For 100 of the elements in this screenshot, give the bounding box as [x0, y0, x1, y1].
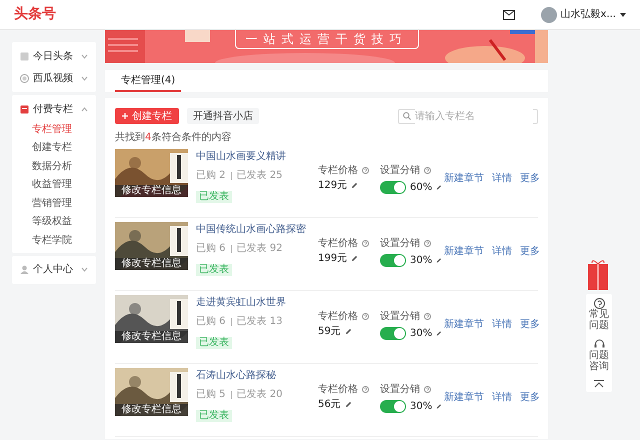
price-label: 专栏价格: [318, 236, 358, 251]
status-tag: 已发表: [196, 264, 232, 276]
person-icon: [20, 265, 29, 274]
chevron-down-icon[interactable]: [81, 76, 88, 80]
shop-button[interactable]: 开通抖音小店: [187, 108, 259, 124]
edit-cover-label[interactable]: 修改专栏信息: [115, 258, 188, 270]
status-tag: 已发表: [196, 337, 232, 349]
price-value: 59元: [318, 325, 341, 339]
edit-cover-label[interactable]: 修改专栏信息: [115, 185, 188, 197]
action-link[interactable]: 详情: [492, 171, 512, 186]
float-link[interactable]: 问题咨询: [589, 350, 609, 372]
purchased-count: 已购 6: [196, 242, 226, 256]
pencil-icon[interactable]: [436, 403, 442, 410]
circle-icon: [20, 74, 29, 82]
action-link[interactable]: 更多: [520, 171, 540, 186]
edit-cover-label[interactable]: 修改专栏信息: [115, 331, 188, 343]
toggle-switch[interactable]: [380, 327, 406, 340]
avatar[interactable]: [540, 6, 557, 22]
chevron-down-icon[interactable]: [81, 54, 88, 58]
column-title[interactable]: 石涛山水心路探秘: [196, 368, 318, 383]
sidebar-item[interactable]: 营销管理: [32, 196, 72, 211]
purchased-count: 已购 2: [196, 169, 226, 183]
price-label: 专栏价格: [318, 382, 358, 397]
pencil-icon[interactable]: [351, 182, 358, 189]
sidebar-item[interactable]: 数据分析: [32, 158, 72, 174]
purchased-count: 已购 5: [196, 388, 226, 402]
pencil-icon[interactable]: [344, 328, 352, 335]
sidebar-item[interactable]: 创建专栏: [32, 140, 72, 156]
toggle-switch[interactable]: [380, 400, 406, 413]
distribution-rate: 60%: [410, 181, 432, 195]
action-link[interactable]: 新建章节: [444, 390, 484, 405]
distribution-label: 设置分销: [380, 164, 420, 178]
action-link[interactable]: 详情: [492, 317, 512, 332]
column-title[interactable]: 中国传统山水画心路探密: [196, 222, 318, 237]
toggle-switch[interactable]: [380, 254, 406, 267]
published-count: 已发表 25: [236, 168, 282, 183]
pencil-icon[interactable]: [436, 330, 442, 337]
newspaper-icon: [20, 52, 29, 60]
column-title[interactable]: 中国山水画要义精讲: [196, 149, 318, 164]
help-icon[interactable]: [424, 313, 431, 320]
back-to-top-icon[interactable]: [594, 380, 604, 388]
plus-icon: [122, 113, 128, 119]
banner-slogan: 一站式运营干货技巧: [234, 30, 418, 49]
search-icon: [403, 112, 411, 120]
float-link[interactable]: 常见问题: [589, 309, 609, 331]
action-link[interactable]: 新建章节: [444, 244, 484, 259]
published-count: 已发表 92: [236, 242, 282, 256]
action-link[interactable]: 详情: [492, 390, 512, 405]
sidebar-item[interactable]: 西瓜视频: [33, 70, 77, 86]
action-link[interactable]: 详情: [492, 244, 512, 259]
distribution-label: 设置分销: [380, 236, 420, 251]
headset-icon[interactable]: [594, 339, 604, 350]
published-count: 已发表 13: [236, 314, 282, 329]
sidebar-item[interactable]: 今日头条: [33, 48, 77, 64]
sidebar-item[interactable]: 收益管理: [32, 177, 72, 192]
column-title[interactable]: 走进黄宾虹山水世界: [196, 295, 318, 310]
distribution-label: 设置分销: [380, 382, 420, 397]
price-value: 56元: [318, 398, 341, 412]
sidebar-item[interactable]: 专栏学院: [32, 232, 72, 248]
edit-cover-label[interactable]: 修改专栏信息: [115, 404, 188, 416]
search-field[interactable]: 请输入专栏名: [398, 108, 538, 124]
wallet-icon: [20, 104, 29, 114]
pencil-icon[interactable]: [436, 184, 442, 191]
pencil-icon[interactable]: [436, 257, 442, 264]
help-circle-icon[interactable]: [594, 298, 604, 309]
pencil-icon[interactable]: [351, 255, 358, 262]
action-link[interactable]: 新建章节: [444, 171, 484, 186]
action-link[interactable]: 更多: [520, 390, 540, 405]
tab[interactable]: 专栏管理(4): [115, 70, 182, 92]
toggle-switch[interactable]: [380, 181, 406, 194]
user-name[interactable]: 山水弘毅x...: [560, 7, 616, 22]
status-tag: 已发表: [196, 191, 232, 203]
sidebar-section[interactable]: 付费专栏: [33, 102, 77, 116]
action-link[interactable]: 更多: [520, 244, 540, 259]
help-icon[interactable]: [362, 240, 369, 247]
help-icon[interactable]: [362, 386, 369, 393]
gift-icon[interactable]: [586, 258, 610, 290]
help-icon[interactable]: [424, 240, 431, 247]
chevron-down-icon[interactable]: [81, 267, 88, 272]
action-link[interactable]: 新建章节: [444, 317, 484, 332]
help-icon[interactable]: [424, 167, 431, 174]
distribution-rate: 30%: [410, 400, 432, 414]
purchased-count: 已购 6: [196, 315, 226, 329]
sidebar-item[interactable]: 专栏管理: [32, 122, 72, 137]
distribution-rate: 30%: [410, 254, 432, 268]
help-icon[interactable]: [362, 167, 369, 174]
help-icon[interactable]: [362, 313, 369, 320]
logo[interactable]: 头条号: [14, 4, 56, 25]
action-link[interactable]: 更多: [520, 317, 540, 332]
mail-icon[interactable]: [502, 10, 515, 20]
create-button[interactable]: 创建专栏: [115, 108, 179, 124]
sidebar-item[interactable]: 等级权益: [32, 214, 72, 230]
distribution-label: 设置分销: [380, 310, 420, 324]
chevron-up-icon[interactable]: [81, 106, 88, 112]
pencil-icon[interactable]: [344, 401, 352, 408]
help-icon[interactable]: [424, 386, 431, 393]
caret-icon[interactable]: [620, 12, 626, 16]
published-count: 已发表 20: [236, 388, 282, 402]
price-value: 129元: [318, 179, 348, 193]
status-tag: 已发表: [196, 410, 232, 422]
